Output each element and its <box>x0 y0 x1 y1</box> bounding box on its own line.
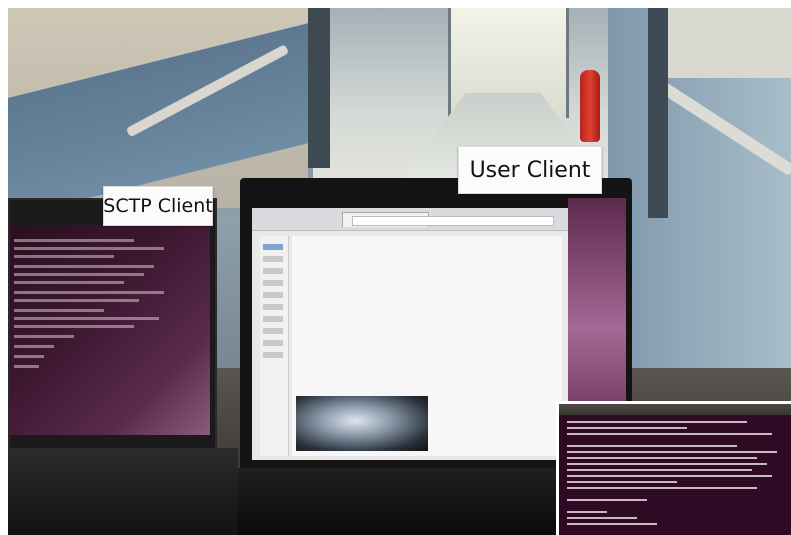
user-client-label: User Client <box>458 146 602 194</box>
browser-toolbar <box>252 208 568 231</box>
inset-terminal-titlebar <box>559 404 791 415</box>
pillar-left <box>308 8 330 168</box>
browser-address-bar <box>352 216 554 226</box>
sctp-laptop <box>8 198 217 462</box>
pillar-right <box>648 8 668 218</box>
corridor-scene: SCTP Client User Client <box>8 8 791 535</box>
browser-side-panel <box>260 236 289 456</box>
inset-terminal <box>556 401 791 535</box>
sctp-laptop-keyboard <box>8 448 238 535</box>
sctp-client-label: SCTP Client <box>103 186 213 226</box>
photo-frame: SCTP Client User Client <box>0 0 791 535</box>
user-browser-screen <box>252 208 568 460</box>
sctp-terminal-screen <box>10 225 210 435</box>
xray-image <box>296 396 428 451</box>
right-wall-upper <box>658 8 791 78</box>
fire-extinguisher <box>580 70 600 142</box>
inset-terminal-body <box>559 415 791 535</box>
